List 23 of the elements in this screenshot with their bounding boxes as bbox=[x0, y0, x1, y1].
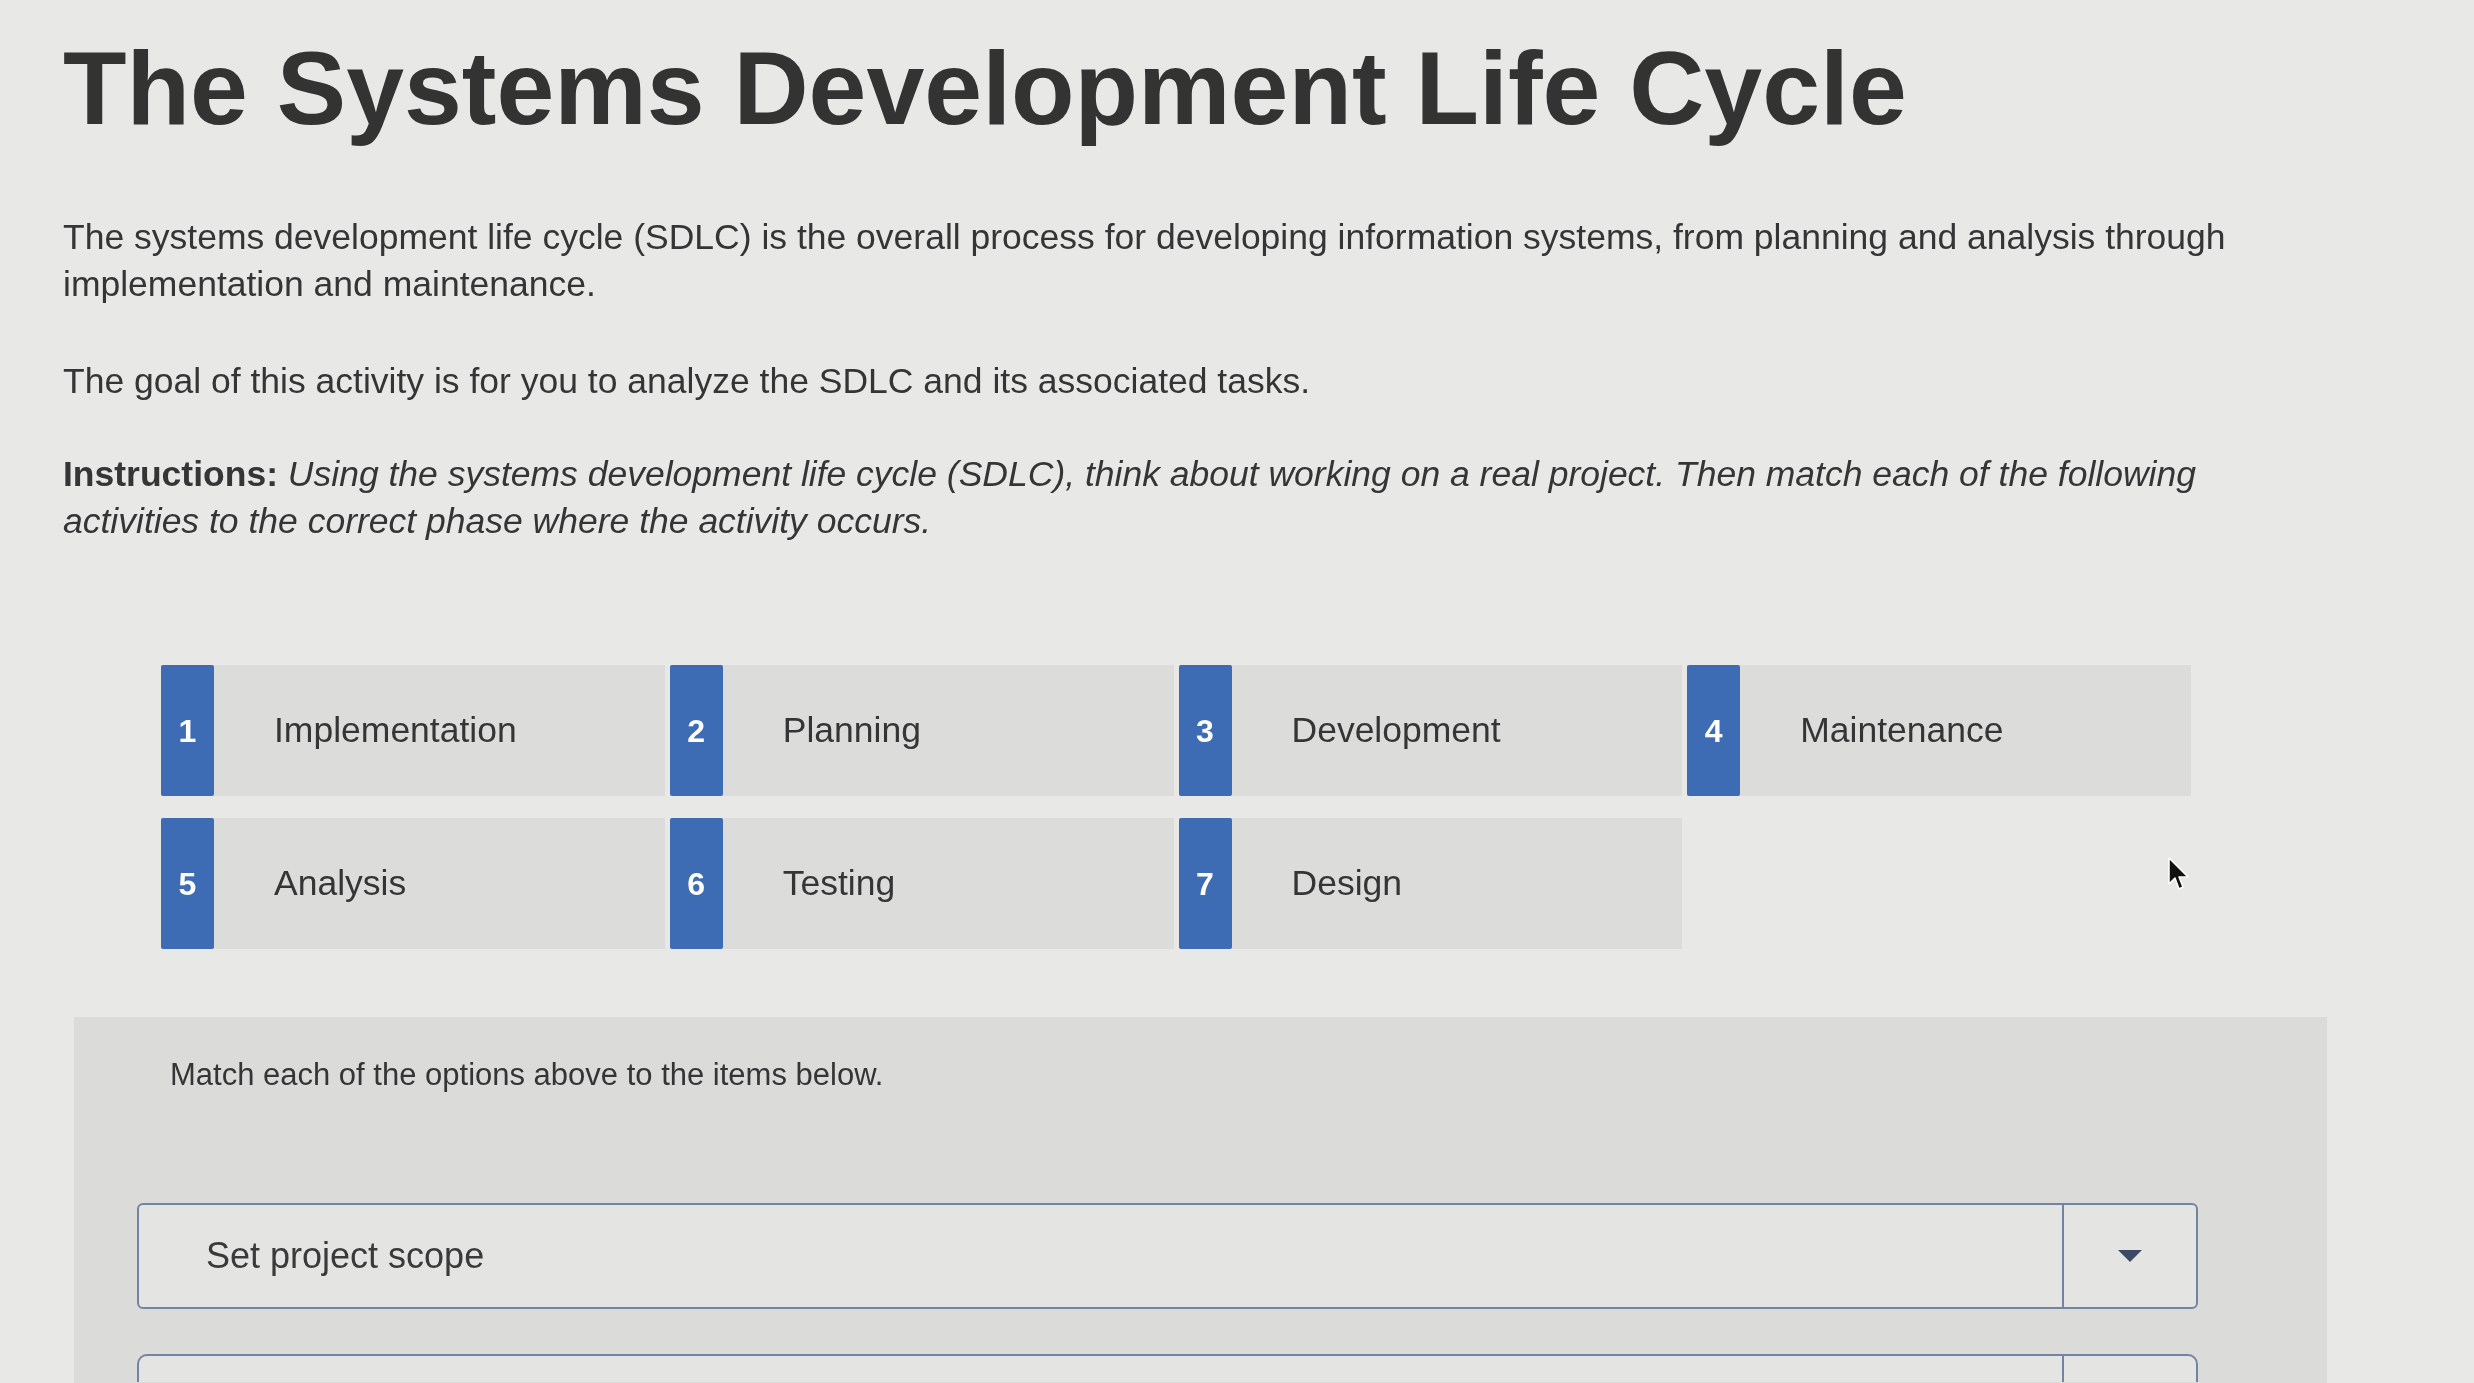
intro-paragraph: The systems development life cycle (SDLC) is the overall process for developing information systems, from planning and analysis through implementation and maintenance. bbox=[63, 216, 2227, 306]
option-number: 1 bbox=[161, 665, 214, 796]
option-label: Implementation bbox=[274, 708, 517, 752]
instructions-paragraph: Instructions: Using the systems development life cycle (SDLC), think about working on a real project. Then match each of the following activities to the correct phase where the activity occurs. bbox=[63, 453, 2197, 543]
option-number: 6 bbox=[669, 818, 723, 949]
option-label: Testing bbox=[782, 861, 896, 905]
option-label: Maintenance bbox=[1800, 708, 2004, 752]
page-title: The Systems Development Life Cycle bbox=[63, 29, 1907, 148]
option-number: 4 bbox=[1687, 665, 1741, 796]
option-number: 5 bbox=[161, 818, 214, 949]
option-label: Design bbox=[1291, 861, 1402, 905]
activity-dropdown[interactable]: Set project scope bbox=[137, 1203, 2198, 1309]
option-label: Planning bbox=[782, 708, 921, 752]
option-number: 3 bbox=[1178, 665, 1232, 796]
caret-icon bbox=[2118, 1250, 2142, 1262]
mouse-pointer-icon bbox=[2168, 857, 2190, 891]
activity-dropdown[interactable] bbox=[137, 1354, 2198, 1382]
option-number: 2 bbox=[669, 665, 723, 796]
intro-paragraph: The goal of this activity is for you to analyze the SDLC and its associated tasks. bbox=[63, 360, 1312, 403]
match-prompt: Match each of the options above to the items below. bbox=[170, 1056, 884, 1094]
option-label: Analysis bbox=[274, 861, 407, 905]
option-label: Development bbox=[1291, 708, 1501, 752]
option-number: 7 bbox=[1178, 818, 1232, 949]
